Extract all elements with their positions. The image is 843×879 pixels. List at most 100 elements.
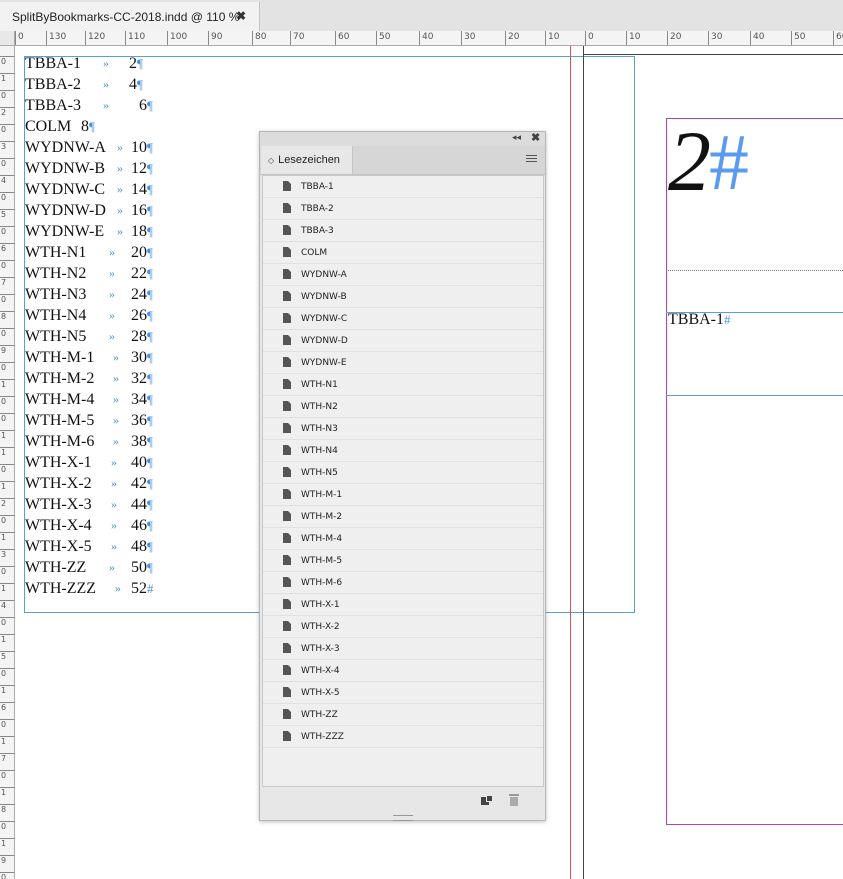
- bookmark-item[interactable]: WTH-M-6: [263, 572, 543, 594]
- bookmark-item[interactable]: WTH-X-1: [263, 594, 543, 616]
- page-top-edge: [584, 54, 843, 55]
- ruler-tick-label: 50: [791, 31, 805, 45]
- bookmark-icon: [283, 467, 291, 477]
- bookmark-item[interactable]: WTH-M-5: [263, 550, 543, 572]
- bookmark-item[interactable]: TBBA-1: [263, 176, 543, 198]
- ruler-tick-label: 120: [85, 31, 105, 45]
- tab-character-marker: »: [103, 56, 109, 70]
- bookmark-item[interactable]: WTH-X-3: [263, 638, 543, 660]
- ruler-tick-label: 7: [0, 277, 14, 287]
- close-tab-icon[interactable]: ✖: [236, 9, 246, 23]
- bookmark-item[interactable]: WYDNW-A: [263, 264, 543, 286]
- tab-character-marker: »: [117, 203, 123, 217]
- bookmark-label: WTH-ZZZ: [301, 732, 344, 742]
- page-number-text: 34: [131, 391, 147, 408]
- bookmark-label: TBBA-3: [301, 226, 334, 236]
- page-number-text: 18: [131, 223, 147, 240]
- ruler-tick-label: 60: [335, 31, 349, 45]
- document-tab[interactable]: SplitByBookmarks-CC-2018.indd @ 110 % ✖: [0, 2, 260, 31]
- tab-expand-icon[interactable]: ◇: [268, 156, 274, 165]
- text-frame-bottom: [666, 395, 843, 396]
- ruler-tick-label: 10: [545, 31, 559, 45]
- ruler-tick-label: 10: [626, 31, 640, 45]
- paragraph-marker: ¶: [147, 560, 153, 575]
- toc-entry-title: TBBA-2: [25, 76, 81, 93]
- paragraph-marker: ¶: [147, 140, 153, 155]
- panel-menu-icon[interactable]: [526, 155, 537, 164]
- tab-lesezeichen[interactable]: ◇ Lesezeichen: [261, 146, 353, 174]
- bookmark-item[interactable]: TBBA-3: [263, 220, 543, 242]
- collapse-panel-icon[interactable]: ◂◂: [512, 132, 521, 143]
- ruler-origin[interactable]: [0, 31, 15, 46]
- paragraph-marker: ¶: [147, 413, 153, 428]
- bookmark-item[interactable]: WTH-ZZ: [263, 704, 543, 726]
- bookmark-item[interactable]: WTH-M-2: [263, 506, 543, 528]
- toc-entry-title: WYDNW-B: [25, 160, 105, 177]
- toc-entry-title: WTH-N2: [25, 265, 87, 282]
- delete-bookmark-icon[interactable]: [509, 794, 519, 806]
- toc-entry-title: WTH-N3: [25, 286, 87, 303]
- bookmarks-panel[interactable]: ◂◂ ✖ ◇ Lesezeichen TBBA-1 TBBA-2 TBBA-3 COL…: [259, 131, 546, 821]
- resize-grip[interactable]: [393, 815, 413, 821]
- page-number-text: 44: [131, 496, 147, 513]
- vertical-ruler[interactable]: 0 1 0 2 0 3 0 4 0 5 0 6 0 7 0 8 0 9 0 1 0 0 1 1 0 1 2 0 1 3 0 1 4 0 1 5 0 1 6 0…: [0, 46, 15, 879]
- page-number-text: 28: [131, 328, 147, 345]
- bookmark-item[interactable]: WYDNW-C: [263, 308, 543, 330]
- bookmark-item[interactable]: WYDNW-E: [263, 352, 543, 374]
- ruler-tick-label: 70: [290, 31, 304, 45]
- bookmark-item[interactable]: WTH-X-4: [263, 660, 543, 682]
- ruler-tick-label: 0: [585, 31, 594, 45]
- paragraph-marker: ¶: [147, 434, 153, 449]
- toc-entry-page: 48¶: [131, 536, 153, 557]
- bookmark-item[interactable]: WTH-N4: [263, 440, 543, 462]
- paragraph-marker: ¶: [147, 161, 153, 176]
- bookmark-icon: [283, 401, 291, 411]
- bookmark-item[interactable]: TBBA-2: [263, 198, 543, 220]
- toc-entry-page: 38¶: [131, 431, 153, 452]
- ruler-tick-label: 0: [0, 192, 14, 202]
- bookmark-item[interactable]: WTH-X-5: [263, 682, 543, 704]
- bookmark-item[interactable]: WTH-ZZZ: [263, 726, 543, 748]
- bookmark-item[interactable]: WTH-X-2: [263, 616, 543, 638]
- ruler-tick-label: 2: [0, 107, 14, 117]
- bookmark-item[interactable]: WTH-M-1: [263, 484, 543, 506]
- ruler-tick-label: 0: [0, 226, 14, 236]
- paragraph-marker: ¶: [147, 518, 153, 533]
- ruler-tick-label: 100: [167, 31, 187, 45]
- bookmark-label: WYDNW-E: [301, 358, 347, 368]
- bookmark-label: WTH-M-2: [301, 512, 343, 522]
- ruler-tick-label: 30: [708, 31, 722, 45]
- bookmark-item[interactable]: WTH-N3: [263, 418, 543, 440]
- toc-entry-title: WTH-X-2: [25, 475, 92, 492]
- bookmark-item[interactable]: WYDNW-D: [263, 330, 543, 352]
- close-panel-icon[interactable]: ✖: [531, 131, 540, 144]
- bookmark-icon: [283, 203, 291, 213]
- tab-character-marker: »: [117, 140, 123, 154]
- bookmark-item[interactable]: WTH-N2: [263, 396, 543, 418]
- ruler-tick-label: 90: [208, 31, 222, 45]
- right-page-heading[interactable]: TBBA-1#: [668, 310, 731, 330]
- ruler-tick-label: 0: [0, 821, 14, 831]
- panel-title-strip[interactable]: ◂◂ ✖: [260, 132, 545, 146]
- new-bookmark-icon[interactable]: [481, 795, 493, 805]
- bookmark-icon: [283, 731, 291, 741]
- toc-entry-title: COLM: [25, 118, 72, 135]
- bookmark-item[interactable]: WTH-N5: [263, 462, 543, 484]
- bookmark-item[interactable]: WYDNW-B: [263, 286, 543, 308]
- right-page-frame[interactable]: [666, 118, 843, 825]
- ruler-tick-label: 8: [0, 311, 14, 321]
- toc-entry-page: 44¶: [131, 494, 153, 515]
- paragraph-marker: ¶: [147, 182, 153, 197]
- page-number-text: 40: [131, 454, 147, 471]
- bookmark-item[interactable]: COLM: [263, 242, 543, 264]
- heading-text: TBBA-1: [668, 311, 724, 328]
- toc-entry-page: 16¶: [131, 200, 153, 221]
- page-number-text: 46: [131, 517, 147, 534]
- bookmark-item[interactable]: WTH-N1: [263, 374, 543, 396]
- horizontal-ruler[interactable]: 0 130 120 110 100 90 80 70 60 50 40 30 20 10 0 10 20 30 40…: [15, 31, 843, 46]
- tab-character-marker: »: [111, 497, 117, 511]
- bookmark-list[interactable]: TBBA-1 TBBA-2 TBBA-3 COLM WYDNW-A WYDNW-B WYDN…: [262, 175, 544, 787]
- page-number-text: 52: [131, 580, 147, 597]
- bookmark-item[interactable]: WTH-M-4: [263, 528, 543, 550]
- bookmark-label: WYDNW-A: [301, 270, 347, 280]
